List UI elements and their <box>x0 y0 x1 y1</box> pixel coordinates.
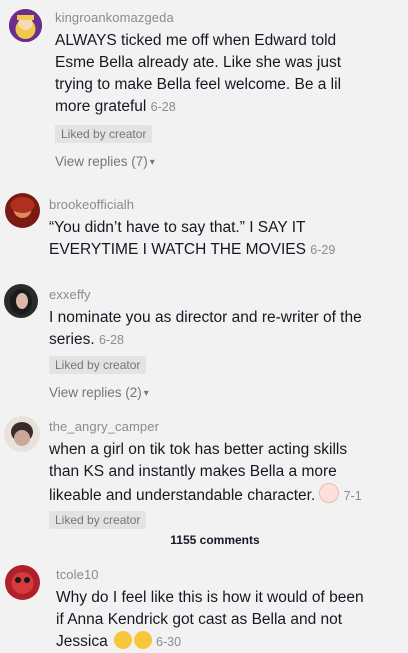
username[interactable]: exxeffy <box>49 287 91 302</box>
view-replies-button[interactable]: View replies (7) ▾ <box>55 154 155 169</box>
avatar[interactable] <box>5 565 40 600</box>
comment-text: Why do I feel like this is how it would … <box>56 589 364 650</box>
comment-count: 1155 comments <box>170 533 260 547</box>
comment-date: 6-28 <box>98 333 124 347</box>
view-replies-button[interactable]: View replies (2) ▾ <box>49 385 149 400</box>
liked-by-creator-badge: Liked by creator <box>49 356 147 374</box>
comment-text: I nominate you as director and re-writer… <box>49 309 362 348</box>
username[interactable]: kingroankomazgeda <box>55 10 174 25</box>
chevron-down-icon: ▾ <box>143 388 149 399</box>
comment-date: 6-30 <box>156 635 182 649</box>
username[interactable]: the_angry_camper <box>49 419 159 434</box>
comment-date: 6-29 <box>310 243 336 257</box>
avatar[interactable] <box>9 9 42 42</box>
comment-date: 7-1 <box>343 489 362 503</box>
rofl-emoji-icon <box>113 631 132 649</box>
avatar[interactable] <box>5 193 40 228</box>
comment-text: when a girl on tik tok has better acting… <box>49 441 362 504</box>
avatar[interactable] <box>4 284 38 318</box>
comment-text: “You didn’t have to say that.” I SAY IT … <box>49 219 336 258</box>
username[interactable]: brookeofficialh <box>49 197 134 212</box>
comment-text: ALWAYS ticked me off when Edward told Es… <box>55 32 342 115</box>
comment-date: 6-28 <box>150 100 176 114</box>
rofl-emoji-icon <box>133 631 152 649</box>
username[interactable]: tcole10 <box>56 567 99 582</box>
blush-emoji-icon <box>319 483 340 503</box>
avatar[interactable] <box>4 416 40 452</box>
chevron-down-icon: ▾ <box>149 157 155 168</box>
liked-by-creator-badge: Liked by creator <box>49 511 147 529</box>
liked-by-creator-badge: Liked by creator <box>55 125 153 143</box>
